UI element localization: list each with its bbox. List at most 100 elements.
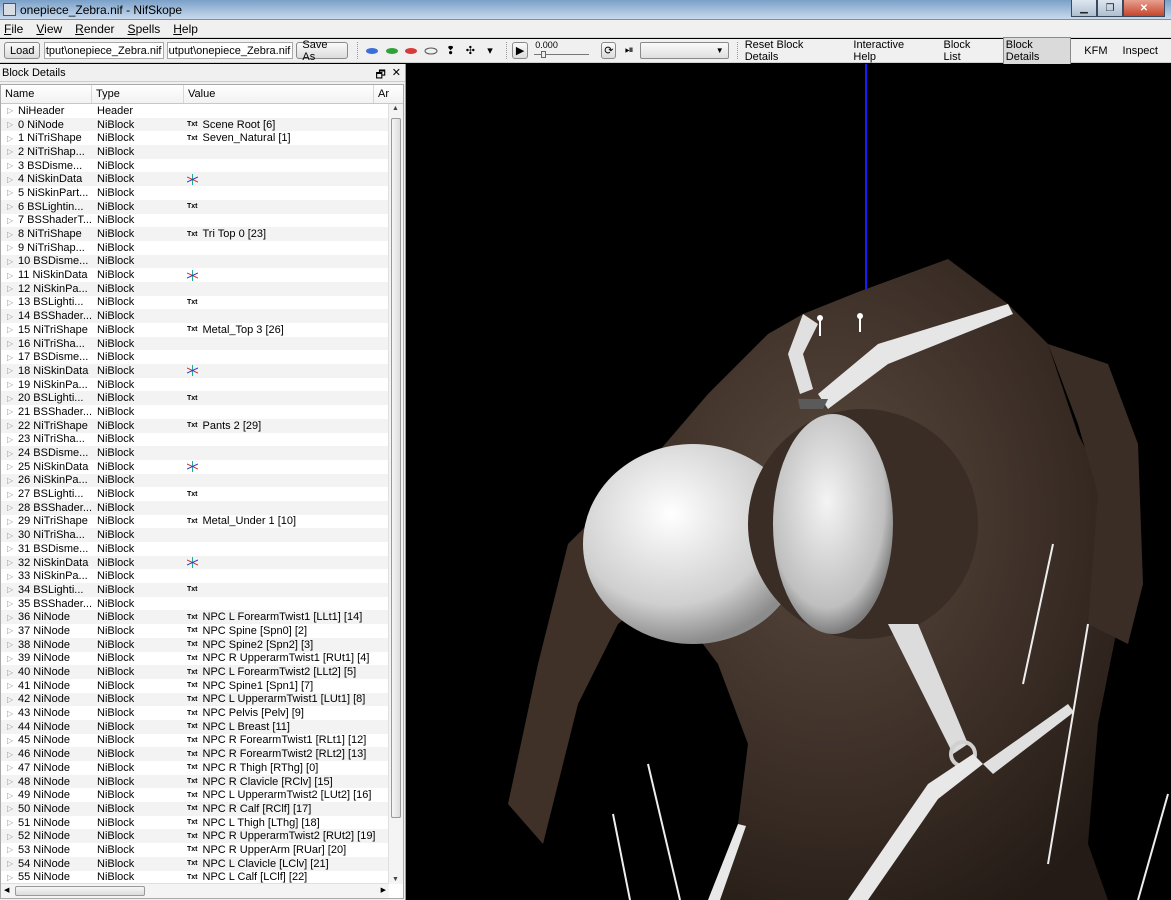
vertical-scrollbar[interactable]: ▲ ▼ <box>388 104 403 884</box>
table-row[interactable]: ▷ 3 BSDisme... NiBlock <box>1 159 389 173</box>
block-list-button[interactable]: Block List <box>942 38 992 64</box>
scroll-up-icon[interactable]: ▲ <box>392 105 399 112</box>
table-row[interactable]: ▷ 30 NiTriSha... NiBlock <box>1 528 389 542</box>
dropdown-arrow-icon[interactable]: ▾ <box>481 42 499 59</box>
expand-icon[interactable]: ▷ <box>1 284 14 293</box>
table-row[interactable]: ▷ 32 NiSkinData NiBlock <box>1 555 389 570</box>
table-row[interactable]: ▷ 48 NiNode NiBlock Txt NPC R Clavicle [RClv… <box>1 774 389 789</box>
table-row[interactable]: ▷ 44 NiNode NiBlock Txt NPC L Breast [11] <box>1 719 389 734</box>
expand-icon[interactable]: ▷ <box>1 175 14 184</box>
table-row[interactable]: ▷ NiHeader Header <box>1 104 389 118</box>
expand-icon[interactable]: ▷ <box>1 626 14 635</box>
interactive-help-button[interactable]: Interactive Help <box>851 38 930 64</box>
expand-icon[interactable]: ▷ <box>1 106 14 115</box>
expand-icon[interactable]: ▷ <box>1 531 14 540</box>
table-row[interactable]: ▷ 38 NiNode NiBlock Txt NPC Spine2 [Spn2] [3… <box>1 637 389 652</box>
table-row[interactable]: ▷ 23 NiTriSha... NiBlock <box>1 433 389 447</box>
expand-icon[interactable]: ▷ <box>1 722 14 731</box>
expand-icon[interactable]: ▷ <box>1 407 14 416</box>
expand-icon[interactable]: ▷ <box>1 832 14 841</box>
save-path-field[interactable]: output\onepiece_Zebra.nif <box>167 42 294 59</box>
expand-icon[interactable]: ▷ <box>1 818 14 827</box>
vertical-scroll-thumb[interactable] <box>391 118 401 818</box>
table-row[interactable]: ▷ 9 NiTriShap... NiBlock <box>1 241 389 255</box>
expand-icon[interactable]: ▷ <box>1 147 14 156</box>
expand-icon[interactable]: ▷ <box>1 161 14 170</box>
table-row[interactable]: ▷ 54 NiNode NiBlock Txt NPC L Clavicle [LClv… <box>1 856 389 871</box>
expand-icon[interactable]: ▷ <box>1 230 14 239</box>
table-row[interactable]: ▷ 39 NiNode NiBlock Txt NPC R UpperarmTwist1… <box>1 652 389 666</box>
reset-block-details-button[interactable]: Reset Block Details <box>743 38 841 64</box>
table-row[interactable]: ▷ 21 BSShader... NiBlock <box>1 405 389 419</box>
expand-icon[interactable]: ▷ <box>1 353 14 362</box>
expand-icon[interactable]: ▷ <box>1 763 14 772</box>
table-row[interactable]: ▷ 36 NiNode NiBlock Txt NPC L ForearmTwist1 … <box>1 610 389 625</box>
expand-icon[interactable]: ▷ <box>1 271 14 280</box>
kfm-button[interactable]: KFM <box>1082 44 1109 58</box>
col-type[interactable]: Type <box>92 85 184 103</box>
table-row[interactable]: ▷ 29 NiTriShape NiBlock Txt Metal_Under 1 [1… <box>1 515 389 529</box>
expand-icon[interactable]: ▷ <box>1 298 14 307</box>
table-row[interactable]: ▷ 28 BSShader... NiBlock <box>1 500 389 515</box>
table-row[interactable]: ▷ 1 NiTriShape NiBlock Txt Seven_Natural [1] <box>1 131 389 145</box>
expand-icon[interactable]: ▷ <box>1 449 14 458</box>
table-row[interactable]: ▷ 16 NiTriSha... NiBlock <box>1 336 389 351</box>
expand-icon[interactable]: ▷ <box>1 490 14 499</box>
table-row[interactable]: ▷ 34 BSLighti... NiBlock Txt <box>1 583 389 597</box>
load-button[interactable]: Load <box>4 42 41 59</box>
table-row[interactable]: ▷ 45 NiNode NiBlock Txt NPC R ForearmTwist1 … <box>1 734 389 748</box>
table-row[interactable]: ▷ 20 BSLighti... NiBlock Txt <box>1 391 389 406</box>
table-row[interactable]: ▷ 5 NiSkinPart... NiBlock <box>1 186 389 200</box>
expand-icon[interactable]: ▷ <box>1 380 14 389</box>
expand-icon[interactable]: ▷ <box>1 873 14 882</box>
switch-icon[interactable]: ⏯ <box>620 42 638 59</box>
table-row[interactable]: ▷ 52 NiNode NiBlock Txt NPC R UpperarmTwist2… <box>1 829 389 844</box>
close-icon[interactable]: ✕ <box>392 66 401 85</box>
view-side-icon[interactable] <box>383 42 401 59</box>
animation-select[interactable]: ▼ <box>640 42 729 59</box>
maximize-button[interactable]: ❐ <box>1097 0 1123 17</box>
table-row[interactable]: ▷ 7 BSShaderT... NiBlock <box>1 214 389 228</box>
expand-icon[interactable]: ▷ <box>1 681 14 690</box>
table-row[interactable]: ▷ 25 NiSkinData NiBlock <box>1 460 389 474</box>
table-row[interactable]: ▷ 4 NiSkinData NiBlock <box>1 172 389 187</box>
table-row[interactable]: ▷ 18 NiSkinData NiBlock <box>1 364 389 378</box>
table-row[interactable]: ▷ 51 NiNode NiBlock Txt NPC L Thigh [LThg] [… <box>1 816 389 830</box>
loop-button[interactable]: ⟳ <box>601 42 617 59</box>
expand-icon[interactable]: ▷ <box>1 736 14 745</box>
table-row[interactable]: ▷ 47 NiNode NiBlock Txt NPC R Thigh [RThg] [… <box>1 761 389 775</box>
expand-icon[interactable]: ▷ <box>1 435 14 444</box>
table-row[interactable]: ▷ 6 BSLightin... NiBlock Txt <box>1 199 389 214</box>
expand-icon[interactable]: ▷ <box>1 640 14 649</box>
col-argument[interactable]: Ar <box>374 85 389 103</box>
load-path-field[interactable]: output\onepiece_Zebra.nif <box>44 42 165 59</box>
expand-icon[interactable]: ▷ <box>1 339 14 348</box>
table-row[interactable]: ▷ 42 NiNode NiBlock Txt NPC L UpperarmTwist1… <box>1 692 389 707</box>
table-row[interactable]: ▷ 12 NiSkinPa... NiBlock <box>1 281 389 296</box>
table-row[interactable]: ▷ 8 NiTriShape NiBlock Txt Tri Top 0 [23] <box>1 227 389 241</box>
scroll-right-icon[interactable]: ▶ <box>381 886 386 894</box>
expand-icon[interactable]: ▷ <box>1 517 14 526</box>
scroll-left-icon[interactable]: ◀ <box>4 886 9 894</box>
expand-icon[interactable]: ▷ <box>1 859 14 868</box>
table-row[interactable]: ▷ 15 NiTriShape NiBlock Txt Metal_Top 3 [26] <box>1 323 389 337</box>
menu-render[interactable]: Render <box>75 22 114 36</box>
table-row[interactable]: ▷ 41 NiNode NiBlock Txt NPC Spine1 [Spn1] [7… <box>1 679 389 693</box>
menu-help[interactable]: Help <box>173 22 198 36</box>
menu-file[interactable]: File <box>4 22 23 36</box>
table-row[interactable]: ▷ 26 NiSkinPa... NiBlock <box>1 473 389 488</box>
expand-icon[interactable]: ▷ <box>1 134 14 143</box>
expand-icon[interactable]: ▷ <box>1 695 14 704</box>
table-row[interactable]: ▷ 24 BSDisme... NiBlock <box>1 446 389 460</box>
table-row[interactable]: ▷ 2 NiTriShap... NiBlock <box>1 145 389 159</box>
expand-icon[interactable]: ▷ <box>1 777 14 786</box>
expand-icon[interactable]: ▷ <box>1 654 14 663</box>
expand-icon[interactable]: ▷ <box>1 188 14 197</box>
time-slider[interactable]: 0.000 <box>532 40 591 59</box>
expand-icon[interactable]: ▷ <box>1 366 14 375</box>
table-row[interactable]: ▷ 17 BSDisme... NiBlock <box>1 350 389 364</box>
table-row[interactable]: ▷ 55 NiNode NiBlock Txt NPC L Calf [LClf] [2… <box>1 871 389 885</box>
table-row[interactable]: ▷ 31 BSDisme... NiBlock <box>1 542 389 556</box>
expand-icon[interactable]: ▷ <box>1 503 14 512</box>
table-row[interactable]: ▷ 35 BSShader... NiBlock <box>1 597 389 611</box>
